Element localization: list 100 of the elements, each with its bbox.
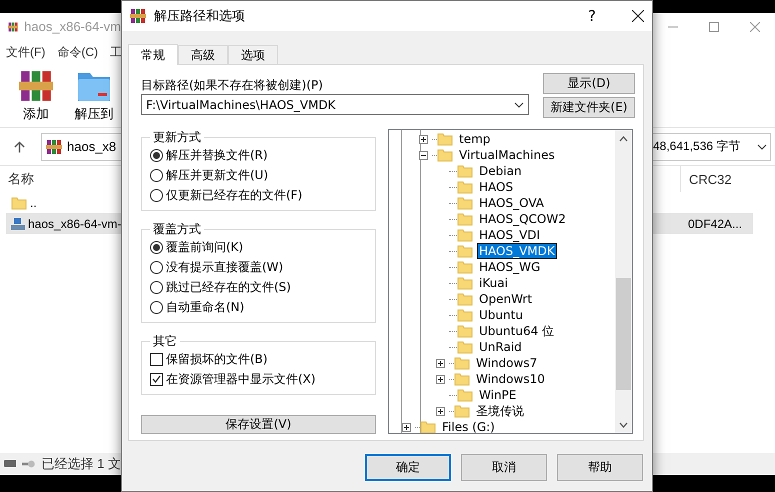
- archive-books-icon: [46, 138, 62, 154]
- folder-icon: [457, 275, 474, 291]
- tree-item[interactable]: WinPE: [389, 387, 615, 403]
- folder-icon: [457, 307, 474, 323]
- radio-option[interactable]: 覆盖前询问(K): [150, 238, 368, 256]
- window-title: haos_x86-64-vm: [24, 19, 121, 34]
- folder-icon: [454, 403, 470, 419]
- group-title: 覆盖方式: [152, 221, 202, 238]
- menu-item[interactable]: 工: [110, 44, 121, 60]
- status-text: 已经选择 1 文: [42, 455, 121, 473]
- column-header[interactable]: CRC32: [680, 166, 775, 192]
- file-row[interactable]: haos_x86-64-vm-: [6, 213, 121, 234]
- dialog-button[interactable]: 帮助: [557, 454, 643, 481]
- radio-button[interactable]: [150, 240, 163, 254]
- chevron-down-icon: [757, 144, 767, 150]
- dialog-button[interactable]: 确定: [365, 454, 451, 481]
- radio-option[interactable]: 跳过已经存在的文件(S): [150, 278, 368, 296]
- checkbox-option[interactable]: 保留损坏的文件(B): [150, 350, 368, 368]
- tree-item[interactable]: iKuai: [389, 275, 615, 291]
- scrollbar-thumb[interactable]: [616, 278, 631, 390]
- path-field[interactable]: F:\VirtualMachines\HAOS_VMDK: [141, 94, 529, 115]
- menu-item[interactable]: 文件(F): [6, 44, 46, 60]
- group-title: 更新方式: [152, 129, 202, 146]
- address-field[interactable]: haos_x8: [41, 132, 121, 160]
- tab[interactable]: 高级: [178, 45, 228, 64]
- chevron-up-icon[interactable]: [619, 136, 628, 142]
- crc-cell: 0DF42A...: [653, 213, 753, 234]
- tree-item[interactable]: Windows10: [389, 371, 615, 387]
- checkbox[interactable]: [150, 372, 163, 386]
- radio-option[interactable]: 自动重命名(N): [150, 298, 368, 316]
- folder-icon: [420, 419, 436, 433]
- drive-icon: [4, 460, 16, 468]
- new-folder-button[interactable]: 新建文件夹(E): [543, 97, 635, 118]
- tree-item[interactable]: OpenWrt: [389, 291, 615, 307]
- tree-item[interactable]: HAOS_VMDK: [389, 243, 615, 259]
- file-row[interactable]: ..: [6, 192, 121, 213]
- disk-image-icon: [11, 218, 25, 230]
- expand-icon[interactable]: [436, 358, 446, 368]
- tree-item[interactable]: Debian: [389, 163, 615, 179]
- folder-icon: [457, 163, 474, 179]
- tree-item[interactable]: HAOS: [389, 179, 615, 195]
- folder-icon: [457, 211, 474, 227]
- checkbox[interactable]: [150, 352, 163, 366]
- tree-item[interactable]: HAOS_QCOW2: [389, 211, 615, 227]
- expand-icon[interactable]: [436, 374, 446, 384]
- folder-icon: [457, 195, 474, 211]
- chevron-down-icon: [514, 102, 524, 108]
- archive-books-icon: [19, 68, 53, 102]
- checkbox-option[interactable]: 在资源管理器中显示文件(X): [150, 370, 368, 388]
- folder-icon: [457, 339, 474, 355]
- radio-button[interactable]: [150, 280, 163, 294]
- size-field[interactable]: 48,641,536 字节: [653, 132, 771, 160]
- folder-icon: [454, 355, 470, 371]
- radio-option[interactable]: 没有提示直接覆盖(W): [150, 258, 368, 276]
- expand-icon[interactable]: [419, 134, 428, 144]
- group-title: 其它: [152, 333, 178, 350]
- radio-button[interactable]: [150, 260, 163, 274]
- folder-icon: [437, 147, 454, 163]
- folder-icon: [437, 131, 454, 147]
- tree-item[interactable]: Files (G:): [389, 419, 615, 433]
- maximize-icon[interactable]: [708, 22, 719, 32]
- dialog-button[interactable]: 取消: [461, 454, 547, 481]
- toolbar-button[interactable]: 添加: [12, 68, 60, 122]
- tree-item[interactable]: HAOS_WG: [389, 259, 615, 275]
- folder-icon: [457, 323, 474, 339]
- expand-icon[interactable]: [402, 422, 412, 432]
- tree-item[interactable]: UnRaid: [389, 339, 615, 355]
- folder-icon: [457, 227, 474, 243]
- tab[interactable]: 常规: [128, 44, 178, 65]
- radio-button[interactable]: [150, 148, 163, 162]
- tab[interactable]: 选项: [228, 45, 278, 64]
- tree-item[interactable]: Ubuntu64 位: [389, 323, 615, 339]
- tree-item[interactable]: temp: [389, 131, 615, 147]
- menu-item[interactable]: 命令(C): [57, 44, 98, 60]
- radio-option[interactable]: 解压并更新文件(U): [150, 166, 368, 184]
- radio-option[interactable]: 仅更新已经存在的文件(F): [150, 186, 368, 204]
- folder-icon: [457, 387, 474, 403]
- tree-item[interactable]: HAOS_OVA: [389, 195, 615, 211]
- radio-button[interactable]: [150, 300, 163, 314]
- tree-item[interactable]: Windows7: [389, 355, 615, 371]
- tree-item[interactable]: 圣境传说: [389, 403, 615, 419]
- show-button[interactable]: 显示(D): [543, 73, 635, 94]
- radio-button[interactable]: [150, 168, 163, 182]
- folder-icon: [457, 243, 474, 259]
- chevron-down-icon[interactable]: [619, 422, 628, 428]
- radio-button[interactable]: [150, 188, 163, 202]
- tree-item[interactable]: HAOS_VDI: [389, 227, 615, 243]
- tree-item[interactable]: VirtualMachines: [389, 147, 615, 163]
- toolbar-button[interactable]: 解压到: [70, 68, 118, 122]
- column-header[interactable]: 名称: [8, 170, 34, 188]
- close-icon[interactable]: [632, 10, 644, 22]
- collapse-icon[interactable]: [419, 150, 428, 160]
- up-arrow-icon[interactable]: [14, 140, 25, 154]
- expand-icon[interactable]: [436, 406, 446, 416]
- tree-item[interactable]: Ubuntu: [389, 307, 615, 323]
- radio-option[interactable]: 解压并替换文件(R): [150, 146, 368, 164]
- scrollbar[interactable]: [615, 130, 632, 433]
- save-settings-button[interactable]: 保存设置(V): [141, 415, 376, 434]
- help-button[interactable]: ?: [588, 7, 596, 25]
- path-label: 目标路径(如果不存在将被创建)(P): [141, 77, 324, 94]
